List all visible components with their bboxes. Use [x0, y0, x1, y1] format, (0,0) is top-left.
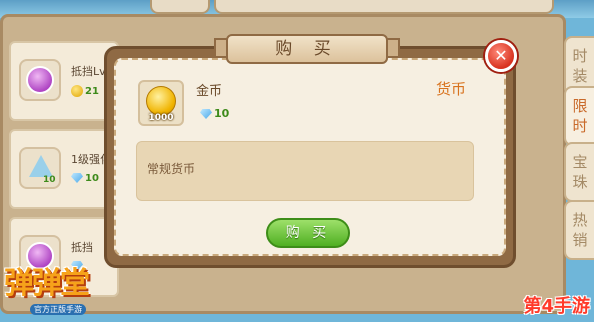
item-type: 货币: [436, 80, 467, 98]
watermark: 第4手游: [523, 296, 590, 317]
coin-icon: [71, 85, 83, 97]
top-header-strip: [214, 0, 554, 14]
item-price: 10: [200, 107, 229, 120]
shop-card[interactable]: 10 1级强化 10: [9, 129, 119, 209]
top-tab[interactable]: [150, 0, 210, 14]
dialog-title-banner: 购 买: [226, 34, 388, 64]
tab-label: 热销: [572, 211, 588, 249]
tab-gems[interactable]: 宝珠: [564, 142, 594, 202]
item-amount: 1000: [148, 113, 174, 123]
shop-card[interactable]: 抵挡Lv1 21: [9, 41, 119, 121]
diamond-icon: [71, 173, 83, 183]
logo-subtitle: 官方正版手游: [30, 304, 86, 315]
buy-button[interactable]: 购 买: [266, 218, 350, 248]
crystal-icon: [29, 155, 53, 177]
dialog-title: 购 买: [275, 39, 339, 59]
item-description: 常规货币: [147, 162, 196, 176]
game-logo: 弹弹堂 官方正版手游: [0, 252, 132, 322]
item-level: 10: [43, 175, 56, 185]
tab-limited[interactable]: 限时: [564, 86, 594, 146]
tab-hot[interactable]: 热销: [564, 200, 594, 260]
close-button[interactable]: ✕: [485, 40, 517, 72]
description-box: 常规货币: [136, 141, 474, 201]
item-icon: 10: [19, 147, 61, 189]
tab-label: 宝珠: [572, 153, 588, 191]
tab-label: 限时: [572, 97, 588, 135]
item-icon-frame: 1000: [138, 80, 184, 126]
gold-coin-icon: [146, 86, 176, 116]
logo-title: 弹弹堂: [4, 266, 90, 301]
close-icon: ✕: [494, 46, 508, 65]
shop-item-price: 10: [71, 173, 99, 184]
item-icon: [19, 59, 61, 101]
diamond-icon: [200, 109, 212, 119]
tab-label: 时装: [572, 47, 588, 85]
shop-item-price: 21: [71, 85, 99, 97]
purple-gem-icon: [26, 66, 54, 94]
item-name: 金币: [196, 84, 223, 99]
